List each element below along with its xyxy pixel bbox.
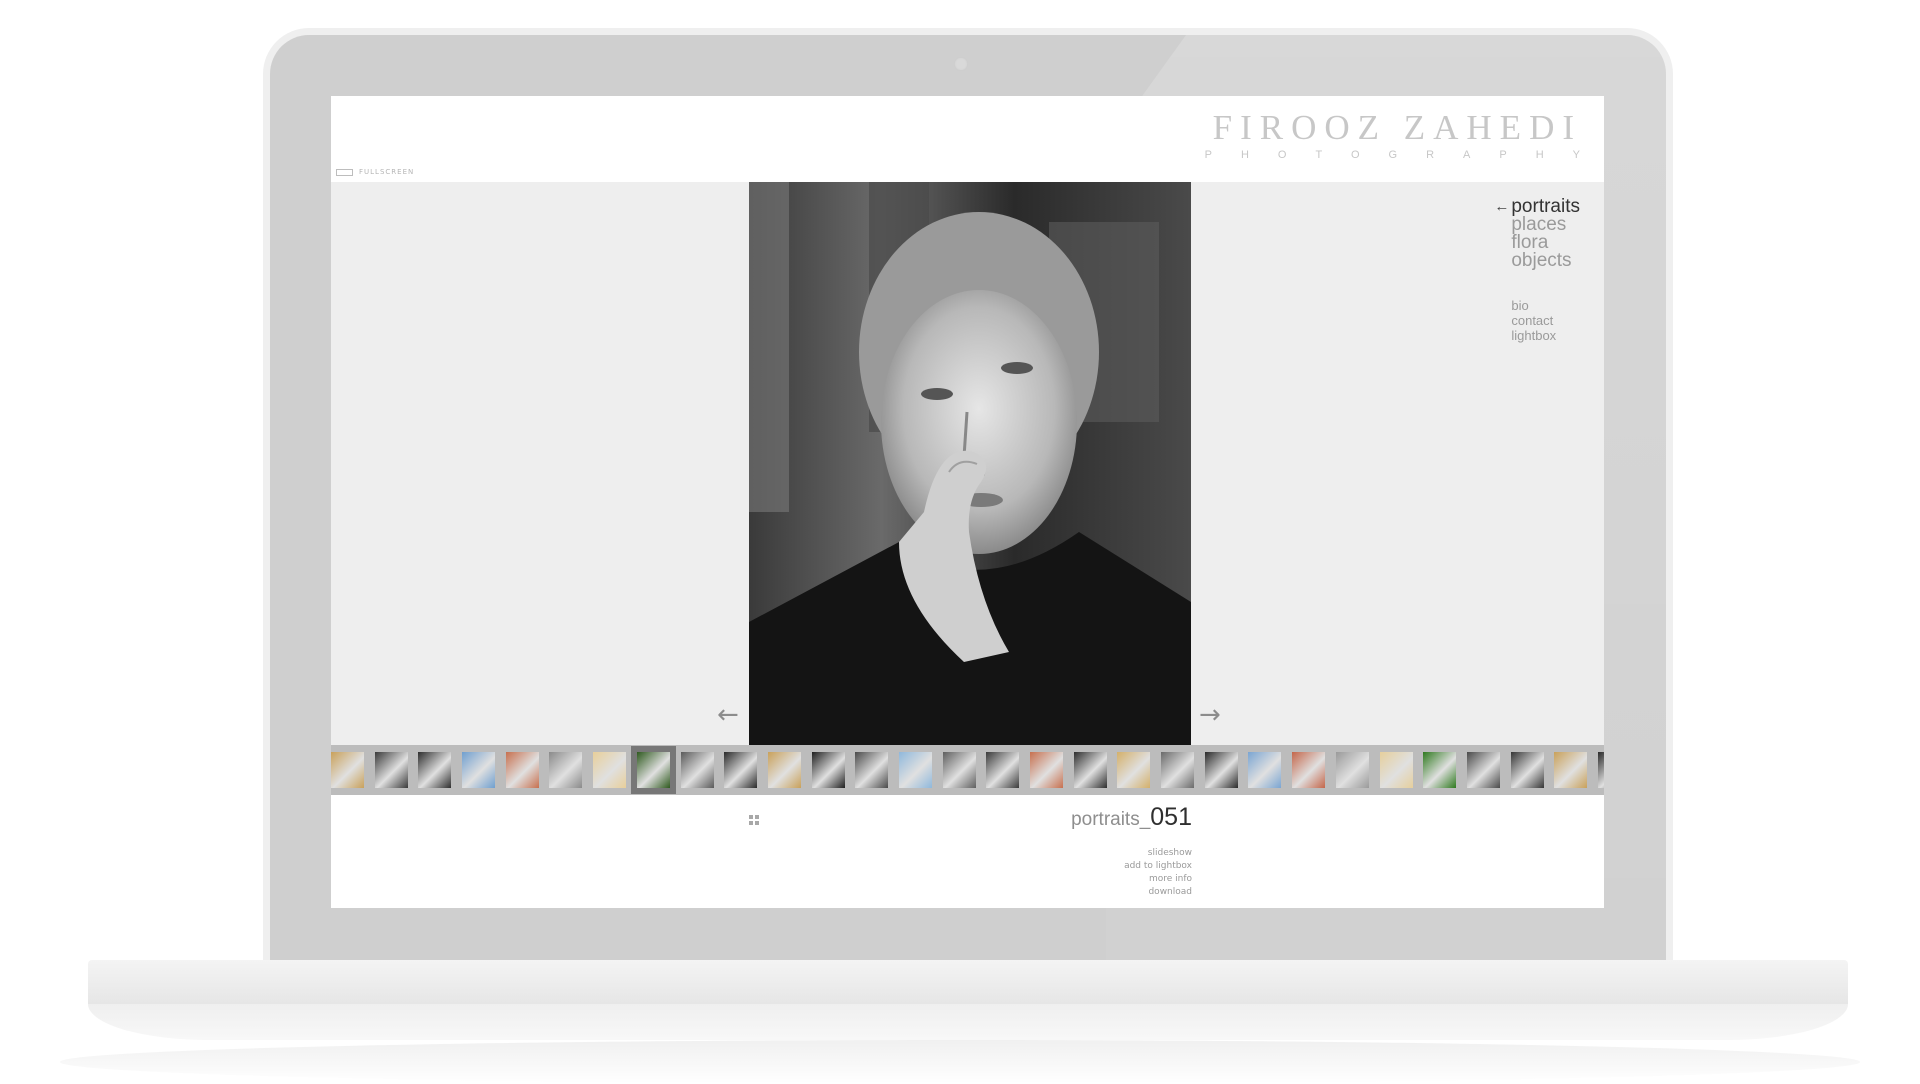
filmstrip-thumb[interactable] <box>593 752 627 788</box>
filmstrip-thumb[interactable] <box>1073 752 1107 788</box>
filmstrip-thumb[interactable] <box>1161 752 1195 788</box>
grid-icon[interactable] <box>749 815 759 825</box>
filmstrip-thumb[interactable] <box>942 752 976 788</box>
filmstrip-thumb[interactable] <box>898 752 932 788</box>
site-navigation: ← portraits places flora objects bio con… <box>1494 197 1580 343</box>
nav-secondary: bio contact lightbox <box>1494 298 1580 343</box>
main-photo[interactable] <box>749 182 1191 745</box>
nav-item-objects[interactable]: objects <box>1494 250 1580 271</box>
add-to-lightbox-link[interactable]: add to lightbox <box>1124 860 1192 873</box>
slideshow-link[interactable]: slideshow <box>1124 847 1192 860</box>
filmstrip-thumb[interactable] <box>462 752 496 788</box>
filmstrip-thumb[interactable] <box>724 752 758 788</box>
laptop-shadow <box>60 1040 1860 1084</box>
filmstrip-thumb[interactable] <box>1248 752 1282 788</box>
filmstrip-thumb[interactable] <box>549 752 583 788</box>
previous-image-button[interactable]: ← <box>717 702 739 728</box>
filmstrip-thumb[interactable] <box>811 752 845 788</box>
fullscreen-icon <box>336 168 353 176</box>
filmstrip-thumb[interactable] <box>855 752 889 788</box>
filmstrip-thumb[interactable] <box>767 752 801 788</box>
filmstrip-thumb[interactable] <box>986 752 1020 788</box>
filmstrip-thumb[interactable] <box>1510 752 1544 788</box>
filmstrip-thumb[interactable] <box>1292 752 1326 788</box>
filmstrip-thumb[interactable] <box>1597 752 1604 788</box>
camera-dot <box>954 57 968 71</box>
laptop-base-bottom <box>88 1004 1848 1040</box>
filmstrip-thumb[interactable] <box>331 752 364 788</box>
nav-item-bio[interactable]: bio <box>1494 298 1580 313</box>
nav-item-lightbox[interactable]: lightbox <box>1494 328 1580 343</box>
thumbnail-filmstrip[interactable] <box>331 745 1604 795</box>
filmstrip-thumb[interactable] <box>1554 752 1588 788</box>
website-screen: FIROOZ ZAHEDI PHOTOGRAPHY FULLSCREEN ← →… <box>331 96 1604 908</box>
caption-category: portraits_ <box>1071 809 1151 830</box>
laptop-base-top <box>88 960 1848 1004</box>
portrait-image <box>749 182 1191 745</box>
filmstrip-thumb[interactable] <box>1466 752 1500 788</box>
nav-item-contact[interactable]: contact <box>1494 313 1580 328</box>
brand-subtitle: PHOTOGRAPHY <box>1204 149 1604 161</box>
image-caption: portraits_051 <box>1071 803 1192 832</box>
filmstrip-thumb[interactable] <box>680 752 714 788</box>
filmstrip-thumb[interactable] <box>418 752 452 788</box>
image-actions: slideshow add to lightbox more info down… <box>1124 847 1192 899</box>
filmstrip-thumb[interactable] <box>1379 752 1413 788</box>
arrow-left-icon: ← <box>717 700 739 730</box>
filmstrip-thumb[interactable] <box>1335 752 1369 788</box>
more-info-link[interactable]: more info <box>1124 873 1192 886</box>
arrow-left-icon: ← <box>1494 198 1510 215</box>
filmstrip-thumb[interactable] <box>505 752 539 788</box>
filmstrip-thumb[interactable] <box>1030 752 1063 788</box>
nav-item-label: objects <box>1511 250 1572 271</box>
gallery-area: ← → ← portraits places flora objects bio… <box>331 182 1604 745</box>
laptop-mockup: FIROOZ ZAHEDI PHOTOGRAPHY FULLSCREEN ← →… <box>0 0 1920 1084</box>
next-image-button[interactable]: → <box>1199 702 1221 728</box>
download-link[interactable]: download <box>1124 886 1192 899</box>
brand-logo[interactable]: FIROOZ ZAHEDI PHOTOGRAPHY <box>1205 108 1582 162</box>
filmstrip-thumb[interactable] <box>1117 752 1151 788</box>
fullscreen-button[interactable]: FULLSCREEN <box>336 168 414 176</box>
fullscreen-label: FULLSCREEN <box>359 168 415 176</box>
filmstrip-thumb[interactable] <box>374 752 408 788</box>
arrow-right-icon: → <box>1199 700 1221 730</box>
filmstrip-thumb[interactable] <box>1204 752 1238 788</box>
brand-name: FIROOZ ZAHEDI <box>1212 108 1582 147</box>
filmstrip-thumb[interactable] <box>1423 752 1457 788</box>
image-info-panel: portraits_051 slideshow add to lightbox … <box>331 795 1604 908</box>
filmstrip-thumb[interactable] <box>630 746 676 794</box>
caption-number: 051 <box>1150 803 1192 831</box>
